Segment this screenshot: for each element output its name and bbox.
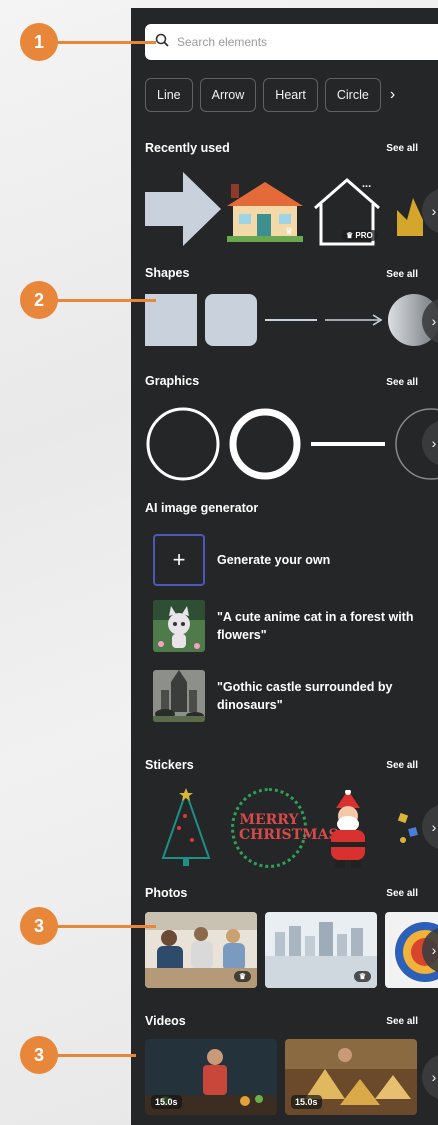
section-title-ai-image-generator: AI image generator [145,501,259,515]
callout-3: 3 [20,907,58,945]
rounded-square-shape[interactable] [205,294,257,346]
callout-1-line [56,41,156,44]
chevron-right-icon[interactable]: › [390,86,395,104]
section-title-graphics: Graphics [145,374,200,388]
merry-christmas-sticker[interactable]: MERRY CHRISTMAS [231,788,339,868]
crown-icon: ♛ [353,971,371,982]
pro-badge: ♛ PRO [341,230,378,241]
chevron-right-icon: › [431,819,437,835]
chip-arrow[interactable]: Arrow [199,78,257,112]
video-duration: 15.0s [151,1095,182,1109]
christmas-tree-sticker[interactable] [159,788,213,870]
see-all-graphics[interactable]: See all [386,377,418,388]
graphics-row: › [145,400,438,484]
chip-line[interactable]: Line [145,78,193,112]
video-food-table[interactable]: 15.0s [285,1039,417,1115]
merry-christmas-text: MERRY CHRISTMAS [239,812,339,843]
callout-2-line [56,299,156,302]
ai-item-label: Generate your own [217,553,331,567]
video-duration: 15.0s [291,1095,322,1109]
photos-row: ♛ ♛ › [145,912,438,990]
thin-circle-graphic[interactable] [145,406,221,482]
gothic-castle-thumbnail [153,670,205,722]
crown-icon: ♛ [285,226,294,236]
photo-waterfront-city[interactable]: ♛ [265,912,377,988]
ai-prompt-anime-cat[interactable]: "A cute anime cat in a forest with flowe… [153,600,417,652]
santa-sticker[interactable] [323,790,373,870]
search-input[interactable] [177,35,397,49]
callout-3-line [56,925,156,928]
shapes-row: › [145,294,438,348]
ai-generate-your-own[interactable]: + Generate your own [153,534,417,586]
ai-item-label: "A cute anime cat in a forest with flowe… [217,610,414,642]
search-bar[interactable] [145,24,438,60]
festive-sticker-partial[interactable] [395,810,425,850]
stickers-row: MERRY CHRISTMAS › [145,784,438,870]
section-title-videos: Videos [145,1014,186,1028]
callout-3-videos: 3 [20,1036,58,1074]
ai-item-label: "Gothic castle surrounded by dinosaurs" [217,680,393,712]
crown-icon: ♛ [233,971,251,982]
see-all-photos[interactable]: See all [386,888,418,899]
video-chef-cooking[interactable]: 15.0s [145,1039,277,1115]
line-shape[interactable] [265,319,317,321]
see-all-recently-used[interactable]: See all [386,143,418,154]
chevron-right-icon: › [431,435,437,451]
chip-heart[interactable]: Heart [263,78,318,112]
callout-2: 2 [20,281,58,319]
videos-row: 15.0s 15.0s › [145,1039,438,1117]
section-title-recently-used: Recently used [145,141,230,155]
section-title-stickers: Stickers [145,758,194,772]
callout-3-videos-line [56,1054,136,1057]
quick-filter-chips: Line Arrow Heart Circle › [145,78,395,112]
section-title-shapes: Shapes [145,266,190,280]
chip-circle[interactable]: Circle [324,78,381,112]
callout-1: 1 [20,23,58,61]
arrow-line-shape[interactable] [325,312,385,328]
videos-next-button[interactable]: › [422,1054,438,1100]
plus-icon: + [153,534,205,586]
search-icon [155,33,169,52]
chevron-right-icon: › [431,203,437,219]
anime-cat-thumbnail [153,600,205,652]
more-icon[interactable]: ... [362,178,371,190]
chevron-right-icon: › [431,313,437,329]
thick-circle-graphic[interactable] [227,406,303,482]
section-title-photos: Photos [145,886,188,900]
see-all-stickers[interactable]: See all [386,760,418,771]
chevron-right-icon: › [431,942,437,958]
elements-panel: Line Arrow Heart Circle › Recently used … [131,8,438,1125]
photo-team-meeting[interactable]: ♛ [145,912,257,988]
arrow-shape-thumb[interactable] [145,172,221,246]
recently-used-row: ♛ ... ♛ PRO › [145,168,438,248]
ai-prompt-gothic-castle[interactable]: "Gothic castle surrounded by dinosaurs" [153,670,417,722]
see-all-shapes[interactable]: See all [386,269,418,280]
chevron-right-icon: › [431,1069,437,1085]
crown-sticker-thumb[interactable] [395,196,425,236]
line-graphic[interactable] [311,442,385,446]
see-all-videos[interactable]: See all [386,1016,418,1027]
